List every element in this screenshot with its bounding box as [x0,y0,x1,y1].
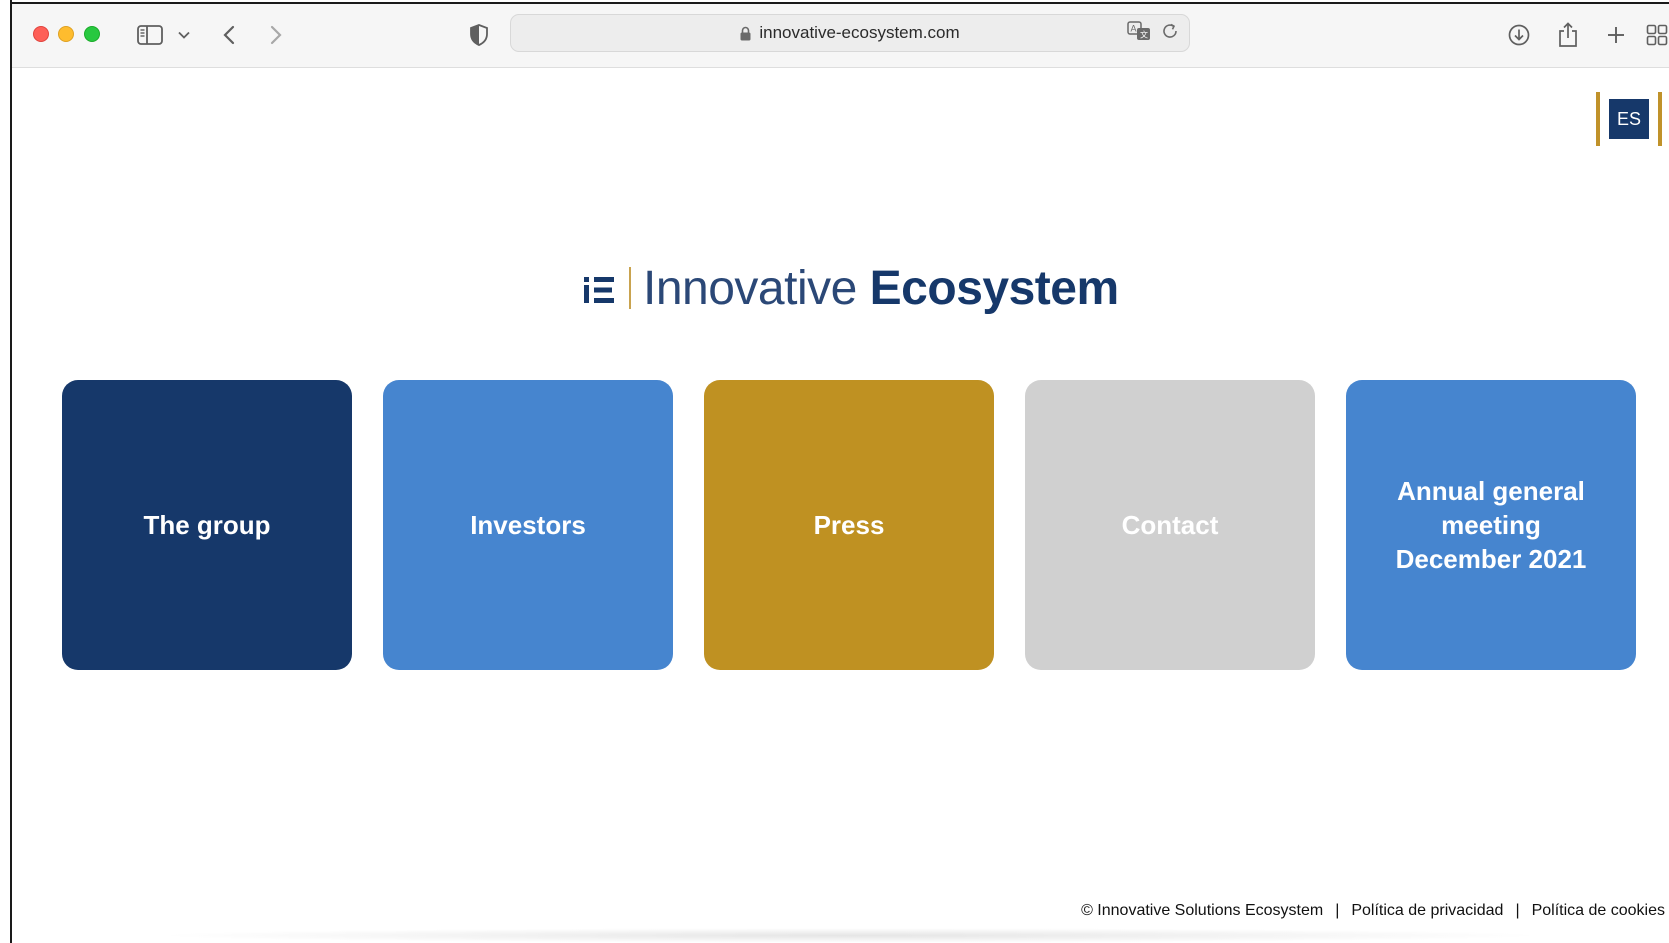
cookie-policy-link[interactable]: Política de cookies [1532,902,1665,920]
lock-icon [740,26,751,41]
chevron-down-icon[interactable] [175,18,193,52]
tile-investors[interactable]: Investors [383,380,673,670]
forward-icon[interactable] [264,18,288,52]
svg-text:文: 文 [1140,30,1148,40]
bottom-shadow [150,928,1550,943]
logo-text-bold: Ecosystem [869,261,1119,315]
language-switcher: ES [1596,92,1662,146]
close-window-button[interactable] [33,26,49,42]
logo-text-light: Innovative [643,261,857,315]
footer-separator: | [1335,902,1340,919]
reload-icon[interactable] [1161,22,1179,45]
new-tab-icon[interactable] [1604,18,1628,52]
page-footer: © Innovative Solutions Ecosystem | Polít… [1081,902,1665,920]
tile-contact[interactable]: Contact [1025,380,1315,670]
tile-press[interactable]: Press [704,380,994,670]
sidebar-icon[interactable] [135,18,165,52]
browser-window: innovative-ecosystem.com A文 ES Innovativ… [0,0,1669,943]
svg-text:A: A [1131,24,1137,34]
logo-mark-icon [583,268,615,308]
zoom-window-button[interactable] [84,26,100,42]
footer-separator: | [1515,902,1520,919]
shield-icon[interactable] [466,18,492,52]
tile-annual-general-meeting[interactable]: Annual general meeting December 2021 [1346,380,1636,670]
language-button[interactable]: ES [1609,99,1649,139]
download-icon[interactable] [1506,18,1532,52]
logo-text: Innovative Ecosystem [643,261,1119,316]
footer-copyright: © Innovative Solutions Ecosystem [1081,902,1324,919]
tile-the-group[interactable]: The group [62,380,352,670]
address-bar[interactable]: innovative-ecosystem.com A文 [510,14,1190,52]
translate-icon[interactable]: A文 [1127,21,1151,46]
logo-divider [629,267,631,309]
back-icon[interactable] [217,18,241,52]
url-text: innovative-ecosystem.com [759,23,960,42]
site-logo[interactable]: Innovative Ecosystem [583,258,1119,318]
navigation-tiles: The group Investors Press Contact Annual… [62,380,1636,670]
tab-overview-icon[interactable] [1645,18,1669,52]
privacy-policy-link[interactable]: Política de privacidad [1351,902,1503,920]
minimize-window-button[interactable] [58,26,74,42]
share-icon[interactable] [1555,18,1581,52]
window-border-left [10,0,12,943]
browser-toolbar: innovative-ecosystem.com A文 [12,4,1669,68]
